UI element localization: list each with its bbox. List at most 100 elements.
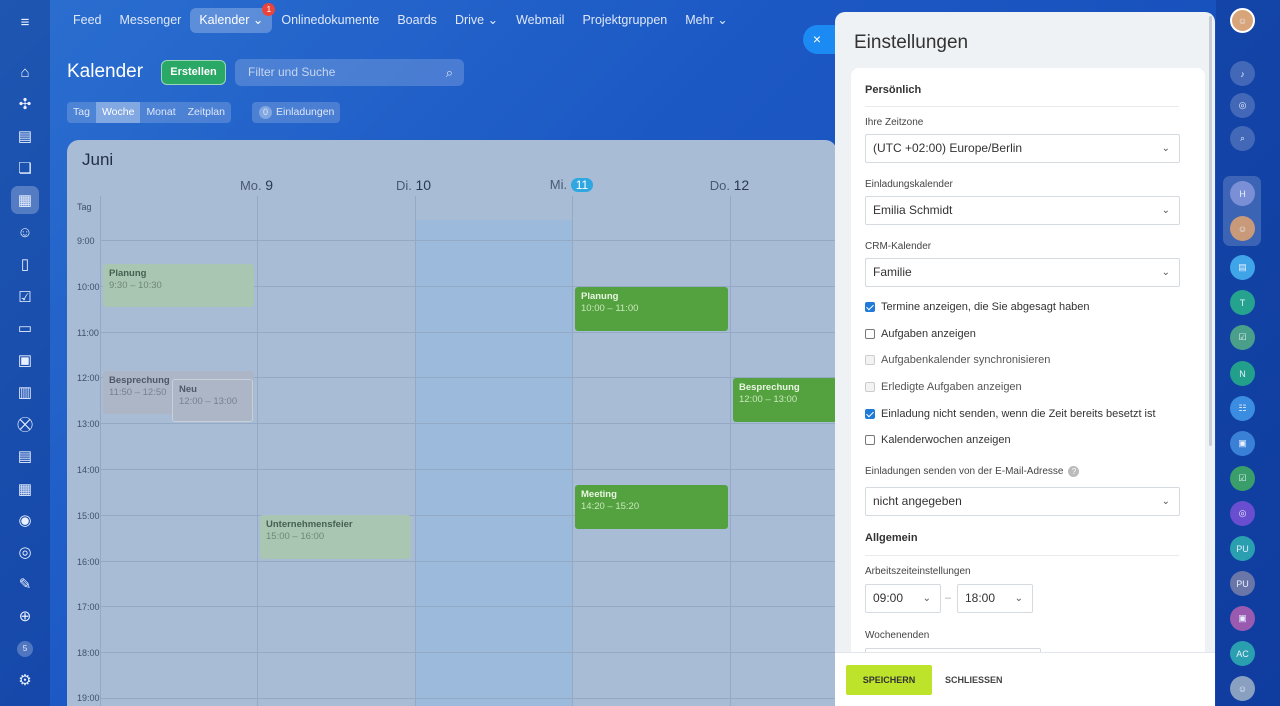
checkbox-label: Termine anzeigen, die Sie abgesagt haben <box>881 301 1090 313</box>
tasks-icon[interactable]: ☑ <box>13 285 37 309</box>
tab-woche[interactable]: Woche <box>95 102 141 123</box>
nav-onlinedokumente[interactable]: Onlinedokumente <box>272 8 388 33</box>
shop-icon[interactable]: ⛒ <box>13 412 37 436</box>
nav-drive[interactable]: Drive ⌄ <box>446 8 507 33</box>
save-button[interactable]: SPEICHERN <box>846 665 932 695</box>
event-time: 12:00 – 13:00 <box>739 394 798 405</box>
close-panel-button[interactable]: × <box>803 25 837 54</box>
chat-icon[interactable]: ▤ <box>1230 255 1255 280</box>
tab-monat[interactable]: Monat <box>140 102 181 123</box>
time-label: 13:00 <box>77 419 100 429</box>
checkbox-disabled[interactable] <box>865 355 875 365</box>
day-number: 10 <box>415 177 432 193</box>
puzzle-icon[interactable]: ✣ <box>13 92 37 116</box>
nav-boards[interactable]: Boards <box>388 8 446 33</box>
chat-icon[interactable]: ❏ <box>13 156 37 180</box>
invitations-button[interactable]: 0 Einladungen <box>252 102 340 123</box>
crm-calendar-select[interactable]: Familie ⌄ <box>865 258 1180 287</box>
team-icon[interactable]: ☺ <box>13 220 37 244</box>
event-card[interactable]: Besprechung 12:00 – 13:00 <box>733 378 837 422</box>
tab-tag[interactable]: Tag <box>67 102 96 123</box>
create-button[interactable]: Erstellen <box>161 60 226 85</box>
help-icon[interactable]: ? <box>1068 466 1080 477</box>
checkbox-checked[interactable] <box>865 409 875 419</box>
lock-icon[interactable]: ▣ <box>1230 431 1255 456</box>
checkbox-disabled[interactable] <box>865 382 875 392</box>
close-button[interactable]: SCHLIESSEN <box>945 665 1003 695</box>
search-input[interactable]: Filter und Suche ⌕ <box>235 59 464 86</box>
chat-avatar-n[interactable]: N <box>1230 361 1255 386</box>
chat-avatar-ac[interactable]: AC <box>1230 641 1255 666</box>
checkbox-checked[interactable] <box>865 302 875 312</box>
event-card[interactable]: Meeting 14:20 – 15:20 <box>575 485 728 529</box>
menu-icon[interactable]: ≡ <box>13 10 37 34</box>
drive-icon[interactable]: ▭ <box>13 316 37 340</box>
crm-calendar-value: Familie <box>873 265 912 279</box>
checkbox-unchecked[interactable] <box>865 329 875 339</box>
nav-mehr[interactable]: Mehr ⌄ <box>676 8 736 33</box>
event-card[interactable]: Unternehmensfeier 15:00 – 16:00 <box>260 515 411 559</box>
tab-zeitplan[interactable]: Zeitplan <box>182 102 231 123</box>
check-icon[interactable]: ☑ <box>1230 466 1255 491</box>
day-header-tue[interactable]: Di. 10 <box>335 177 492 193</box>
edit-document-icon[interactable]: ✎ <box>13 572 37 596</box>
group-icon[interactable]: ☷ <box>1230 396 1255 421</box>
chat-avatar-pu[interactable]: PU <box>1230 536 1255 561</box>
bell-icon[interactable]: ♪ <box>1230 61 1255 86</box>
timezone-select[interactable]: (UTC +02:00) Europe/Berlin ⌄ <box>865 134 1180 163</box>
chat-avatar-user[interactable]: ☺ <box>1230 216 1255 241</box>
schedule-icon[interactable]: ▦ <box>13 477 37 501</box>
counter-badge[interactable]: 5 <box>13 637 37 661</box>
checkbox-sync-tasks[interactable]: Aufgabenkalender synchronisieren <box>865 354 1050 366</box>
month-title: Juni <box>82 150 114 169</box>
spiral-icon[interactable]: ◎ <box>1230 501 1255 526</box>
board-icon[interactable]: ▣ <box>13 348 37 372</box>
time-label: 15:00 <box>77 511 100 521</box>
target-icon[interactable]: ◎ <box>1230 93 1255 118</box>
day-header-wed[interactable]: Mi. 11 <box>493 177 650 192</box>
settings-icon[interactable]: ⚙ <box>13 668 37 692</box>
event-card[interactable]: Planung 10:00 – 11:00 <box>575 287 728 331</box>
contacts-icon[interactable]: ▤ <box>13 444 37 468</box>
checkbox-no-invite-busy[interactable]: Einladung nicht senden, wenn die Zeit be… <box>865 408 1156 420</box>
calendar-icon[interactable]: ▦ <box>11 186 39 214</box>
feed-icon[interactable]: ▤ <box>13 124 37 148</box>
event-card[interactable]: Neu 12:00 – 13:00 <box>172 379 253 422</box>
lock-icon[interactable]: ▣ <box>1230 606 1255 631</box>
nav-webmail[interactable]: Webmail <box>507 8 573 33</box>
scrollbar[interactable] <box>1209 16 1212 446</box>
nav-kalender[interactable]: Kalender ⌄ 1 <box>190 3 276 33</box>
support-icon[interactable]: ⊕ <box>13 604 37 628</box>
home-icon[interactable]: ⌂ <box>13 60 37 84</box>
nav-messenger[interactable]: Messenger <box>111 8 191 33</box>
search-chat-icon[interactable]: ⌕ <box>1230 126 1255 151</box>
target-icon[interactable]: ◎ <box>13 540 37 564</box>
chat-avatar-pu-2[interactable]: PU <box>1230 571 1255 596</box>
document-icon[interactable]: ▯ <box>13 252 37 276</box>
user-avatar[interactable]: ☺ <box>1230 8 1255 33</box>
search-icon[interactable]: ⌕ <box>446 59 453 86</box>
event-time: 12:00 – 13:00 <box>179 396 238 407</box>
chat-avatar-t[interactable]: T <box>1230 290 1255 315</box>
day-header-mon[interactable]: Mo. 9 <box>178 177 335 193</box>
checkbox-show-tasks[interactable]: Aufgaben anzeigen <box>865 328 976 340</box>
panel-title: Einstellungen <box>854 32 969 53</box>
email-label: Einladungen senden von der E-Mail-Adress… <box>865 466 1080 477</box>
robot-icon[interactable]: ◉ <box>13 508 37 532</box>
checkbox-unchecked[interactable] <box>865 435 875 445</box>
nav-projektgruppen[interactable]: Projektgruppen <box>573 8 676 33</box>
user-avatar-group[interactable]: ☺ <box>1230 676 1255 701</box>
day-header-thu[interactable]: Do. 12 <box>651 177 808 193</box>
worktime-to-select[interactable]: 18:00 ⌄ <box>957 584 1033 613</box>
worktime-from-select[interactable]: 09:00 ⌄ <box>865 584 941 613</box>
chat-avatar-h[interactable]: H <box>1230 181 1255 206</box>
invite-calendar-select[interactable]: Emilia Schmidt ⌄ <box>865 196 1180 225</box>
email-select[interactable]: nicht angegeben ⌄ <box>865 487 1180 516</box>
analytics-icon[interactable]: ▥ <box>13 380 37 404</box>
nav-feed[interactable]: Feed <box>64 8 111 33</box>
checkbox-show-declined[interactable]: Termine anzeigen, die Sie abgesagt haben <box>865 301 1090 313</box>
checkbox-completed-tasks[interactable]: Erledigte Aufgaben anzeigen <box>865 381 1022 393</box>
event-card[interactable]: Planung 9:30 – 10:30 <box>103 264 254 307</box>
checkbox-week-numbers[interactable]: Kalenderwochen anzeigen <box>865 434 1011 446</box>
task-icon[interactable]: ☑ <box>1230 325 1255 350</box>
